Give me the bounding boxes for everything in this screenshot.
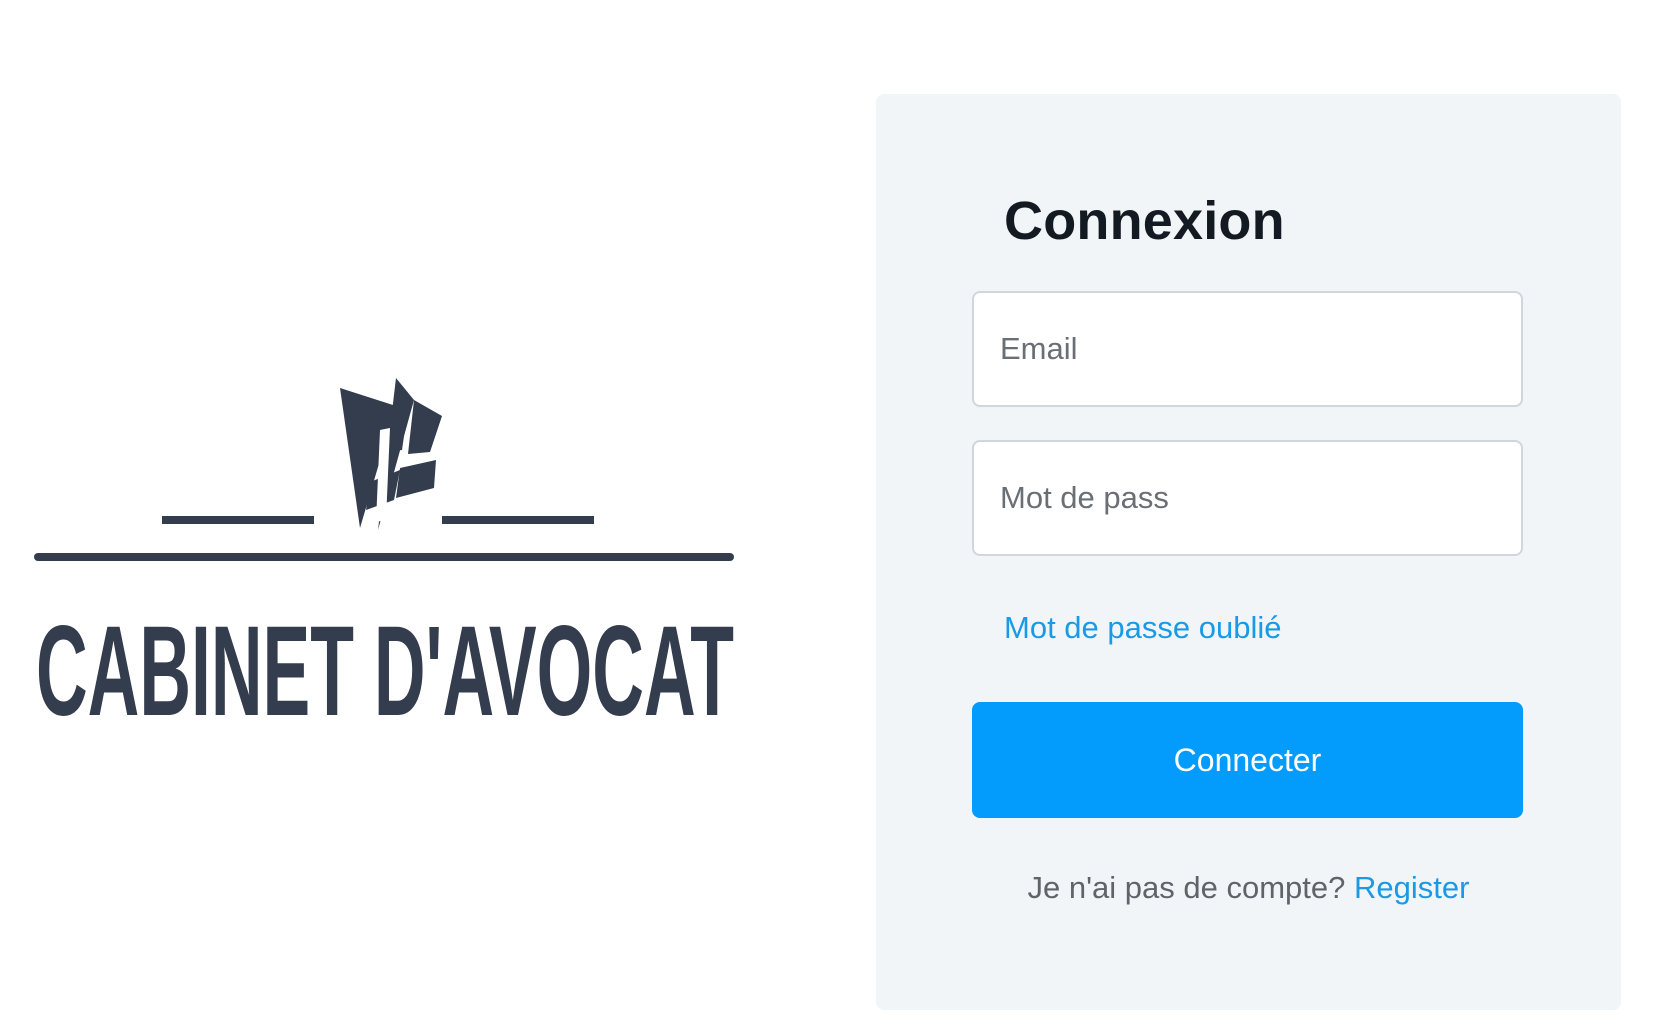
login-title: Connexion (1004, 191, 1285, 251)
connect-button[interactable]: Connecter (972, 702, 1523, 818)
login-card: Connexion Mot de passe oublié Connecter … (876, 94, 1621, 1010)
forgot-password-link[interactable]: Mot de passe oublié (1004, 610, 1281, 646)
logo-wordmark-text: CABINET D'AVOCAT (36, 600, 734, 727)
password-field[interactable] (972, 440, 1523, 556)
logo-wordmark: CABINET D'AVOCAT (36, 600, 734, 727)
login-page: CABINET D'AVOCAT Connexion Mot de passe … (0, 0, 1664, 1036)
no-account-text: Je n'ai pas de compte? (1027, 870, 1346, 905)
logo-emblem-icon (34, 378, 734, 561)
register-prompt: Je n'ai pas de compte? Register (876, 870, 1621, 906)
register-link[interactable]: Register (1354, 870, 1469, 905)
brand-logo: CABINET D'AVOCAT (30, 370, 750, 727)
email-field[interactable] (972, 291, 1523, 407)
